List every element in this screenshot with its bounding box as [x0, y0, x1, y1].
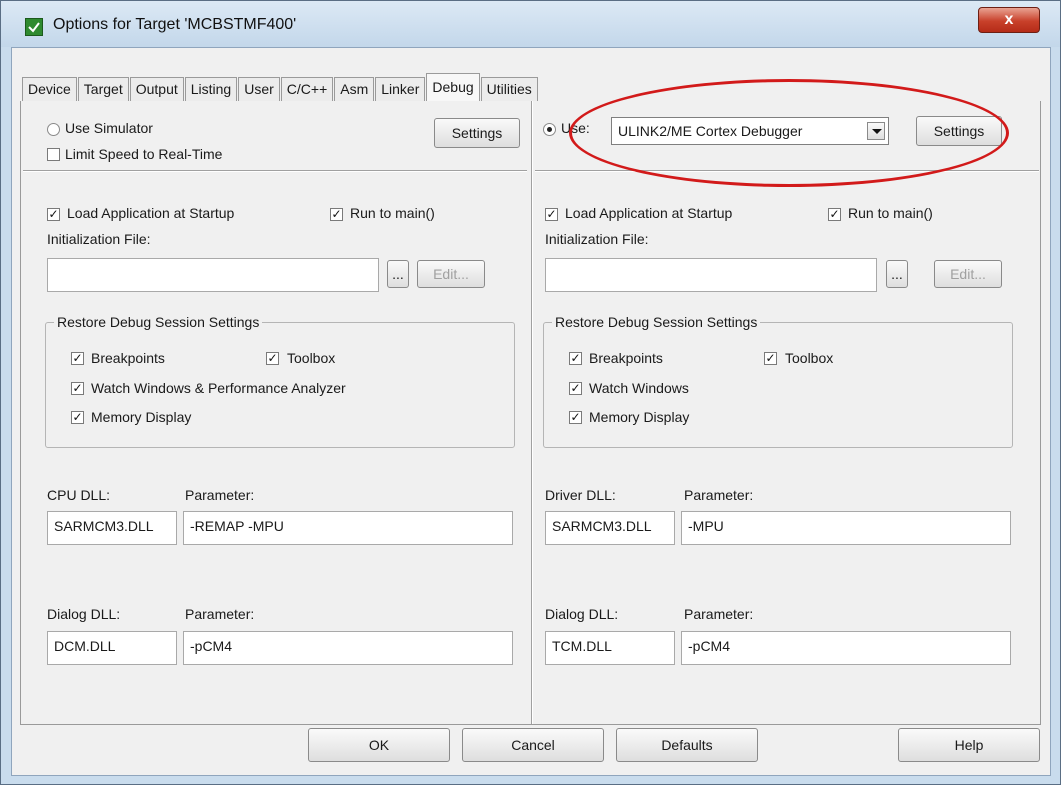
driver-param-label: Parameter: — [684, 487, 754, 503]
left-init-file-input[interactable] — [47, 258, 379, 292]
tab-device[interactable]: Device — [22, 77, 77, 101]
driver-dll-label: Driver DLL: — [545, 487, 616, 503]
left-restore-group-label: Restore Debug Session Settings — [54, 314, 263, 330]
close-button[interactable]: x — [978, 7, 1040, 33]
right-breakpoints-label: Breakpoints — [589, 350, 663, 366]
left-toolbox-label: Toolbox — [287, 350, 336, 366]
window-title: Options for Target 'MCBSTMF400' — [53, 16, 297, 33]
left-load-app-checkbox[interactable]: ✓ — [47, 208, 60, 221]
right-dialog-param-label: Parameter: — [684, 606, 754, 622]
right-dialog-dll-field[interactable]: TCM.DLL — [545, 631, 675, 665]
left-browse-button[interactable]: ... — [387, 260, 409, 288]
use-simulator-label: Use Simulator — [65, 120, 153, 136]
limit-speed-label: Limit Speed to Real-Time — [65, 146, 223, 162]
left-dialog-param-label: Parameter: — [185, 606, 255, 622]
use-debugger-radio[interactable] — [543, 123, 556, 136]
left-watch-checkbox[interactable]: ✓ — [71, 382, 84, 395]
title-bar[interactable]: Options for Target 'MCBSTMF400' x — [1, 1, 1060, 47]
left-breakpoints-label: Breakpoints — [91, 350, 165, 366]
tab-user[interactable]: User — [238, 77, 280, 101]
right-load-app-label: Load Application at Startup — [565, 205, 733, 221]
right-browse-button[interactable]: ... — [886, 260, 908, 288]
left-dialog-dll-field[interactable]: DCM.DLL — [47, 631, 177, 665]
help-button[interactable]: Help — [898, 728, 1040, 762]
tab-utilities[interactable]: Utilities — [480, 77, 538, 101]
right-dialog-param-field[interactable]: -pCM4 — [681, 631, 1011, 665]
debugger-settings-button[interactable]: Settings — [916, 116, 1002, 146]
right-toolbox-checkbox[interactable]: ✓ — [764, 352, 777, 365]
simulator-settings-button[interactable]: Settings — [434, 118, 520, 148]
app-icon — [25, 18, 43, 36]
right-breakpoints-checkbox[interactable]: ✓ — [569, 352, 582, 365]
right-memory-label: Memory Display — [589, 409, 690, 425]
tab-asm[interactable]: Asm — [334, 77, 375, 101]
left-memory-label: Memory Display — [91, 409, 192, 425]
tab-target[interactable]: Target — [77, 77, 129, 101]
left-run-to-main-checkbox[interactable]: ✓ — [330, 208, 343, 221]
tab-output[interactable]: Output — [129, 77, 184, 101]
right-init-file-label: Initialization File: — [545, 231, 649, 247]
ok-button[interactable]: OK — [308, 728, 450, 762]
cpu-param-field[interactable]: -REMAP -MPU — [183, 511, 513, 545]
right-init-file-input[interactable] — [545, 258, 877, 292]
right-edit-button[interactable]: Edit... — [934, 260, 1002, 288]
defaults-button[interactable]: Defaults — [616, 728, 758, 762]
cancel-button[interactable]: Cancel — [462, 728, 604, 762]
tab-c-cpp[interactable]: C/C++ — [280, 77, 334, 101]
use-debugger-label: Use: — [561, 120, 590, 136]
tab-linker[interactable]: Linker — [375, 77, 426, 101]
vertical-divider — [531, 101, 533, 724]
driver-param-field[interactable]: -MPU — [681, 511, 1011, 545]
right-load-app-checkbox[interactable]: ✓ — [545, 208, 558, 221]
right-toolbox-label: Toolbox — [785, 350, 834, 366]
cpu-dll-label: CPU DLL: — [47, 487, 111, 503]
right-watch-checkbox[interactable]: ✓ — [569, 382, 582, 395]
debug-tab-panel: Use Simulator Limit Speed to Real-Time S… — [20, 101, 1041, 725]
right-dialog-dll-label: Dialog DLL: — [545, 606, 619, 622]
tab-debug[interactable]: Debug — [426, 73, 480, 101]
left-memory-checkbox[interactable]: ✓ — [71, 411, 84, 424]
left-dialog-dll-label: Dialog DLL: — [47, 606, 121, 622]
right-watch-label: Watch Windows — [589, 380, 689, 396]
right-run-to-main-checkbox[interactable]: ✓ — [828, 208, 841, 221]
left-breakpoints-checkbox[interactable]: ✓ — [71, 352, 84, 365]
options-dialog: Options for Target 'MCBSTMF400' x Device… — [0, 0, 1061, 785]
left-divider — [23, 170, 527, 172]
driver-dll-field[interactable]: SARMCM3.DLL — [545, 511, 675, 545]
tab-listing[interactable]: Listing — [184, 77, 238, 101]
chevron-down-icon[interactable] — [867, 122, 885, 140]
tab-bar: Device Target Output Listing User C/C++ … — [22, 73, 539, 101]
left-init-file-label: Initialization File: — [47, 231, 151, 247]
right-divider — [535, 170, 1039, 172]
left-dialog-param-field[interactable]: -pCM4 — [183, 631, 513, 665]
cpu-param-label: Parameter: — [185, 487, 255, 503]
cpu-dll-field[interactable]: SARMCM3.DLL — [47, 511, 177, 545]
use-simulator-radio[interactable] — [47, 123, 60, 136]
left-run-to-main-label: Run to main() — [350, 205, 435, 221]
limit-speed-checkbox[interactable] — [47, 148, 60, 161]
dialog-client-area: Device Target Output Listing User C/C++ … — [11, 47, 1051, 776]
right-memory-checkbox[interactable]: ✓ — [569, 411, 582, 424]
debugger-select-value: ULINK2/ME Cortex Debugger — [618, 123, 803, 139]
left-edit-button[interactable]: Edit... — [417, 260, 485, 288]
left-toolbox-checkbox[interactable]: ✓ — [266, 352, 279, 365]
debugger-select[interactable]: ULINK2/ME Cortex Debugger — [611, 117, 889, 145]
right-run-to-main-label: Run to main() — [848, 205, 933, 221]
left-watch-label: Watch Windows & Performance Analyzer — [91, 380, 346, 396]
right-restore-group-label: Restore Debug Session Settings — [552, 314, 761, 330]
left-load-app-label: Load Application at Startup — [67, 205, 235, 221]
